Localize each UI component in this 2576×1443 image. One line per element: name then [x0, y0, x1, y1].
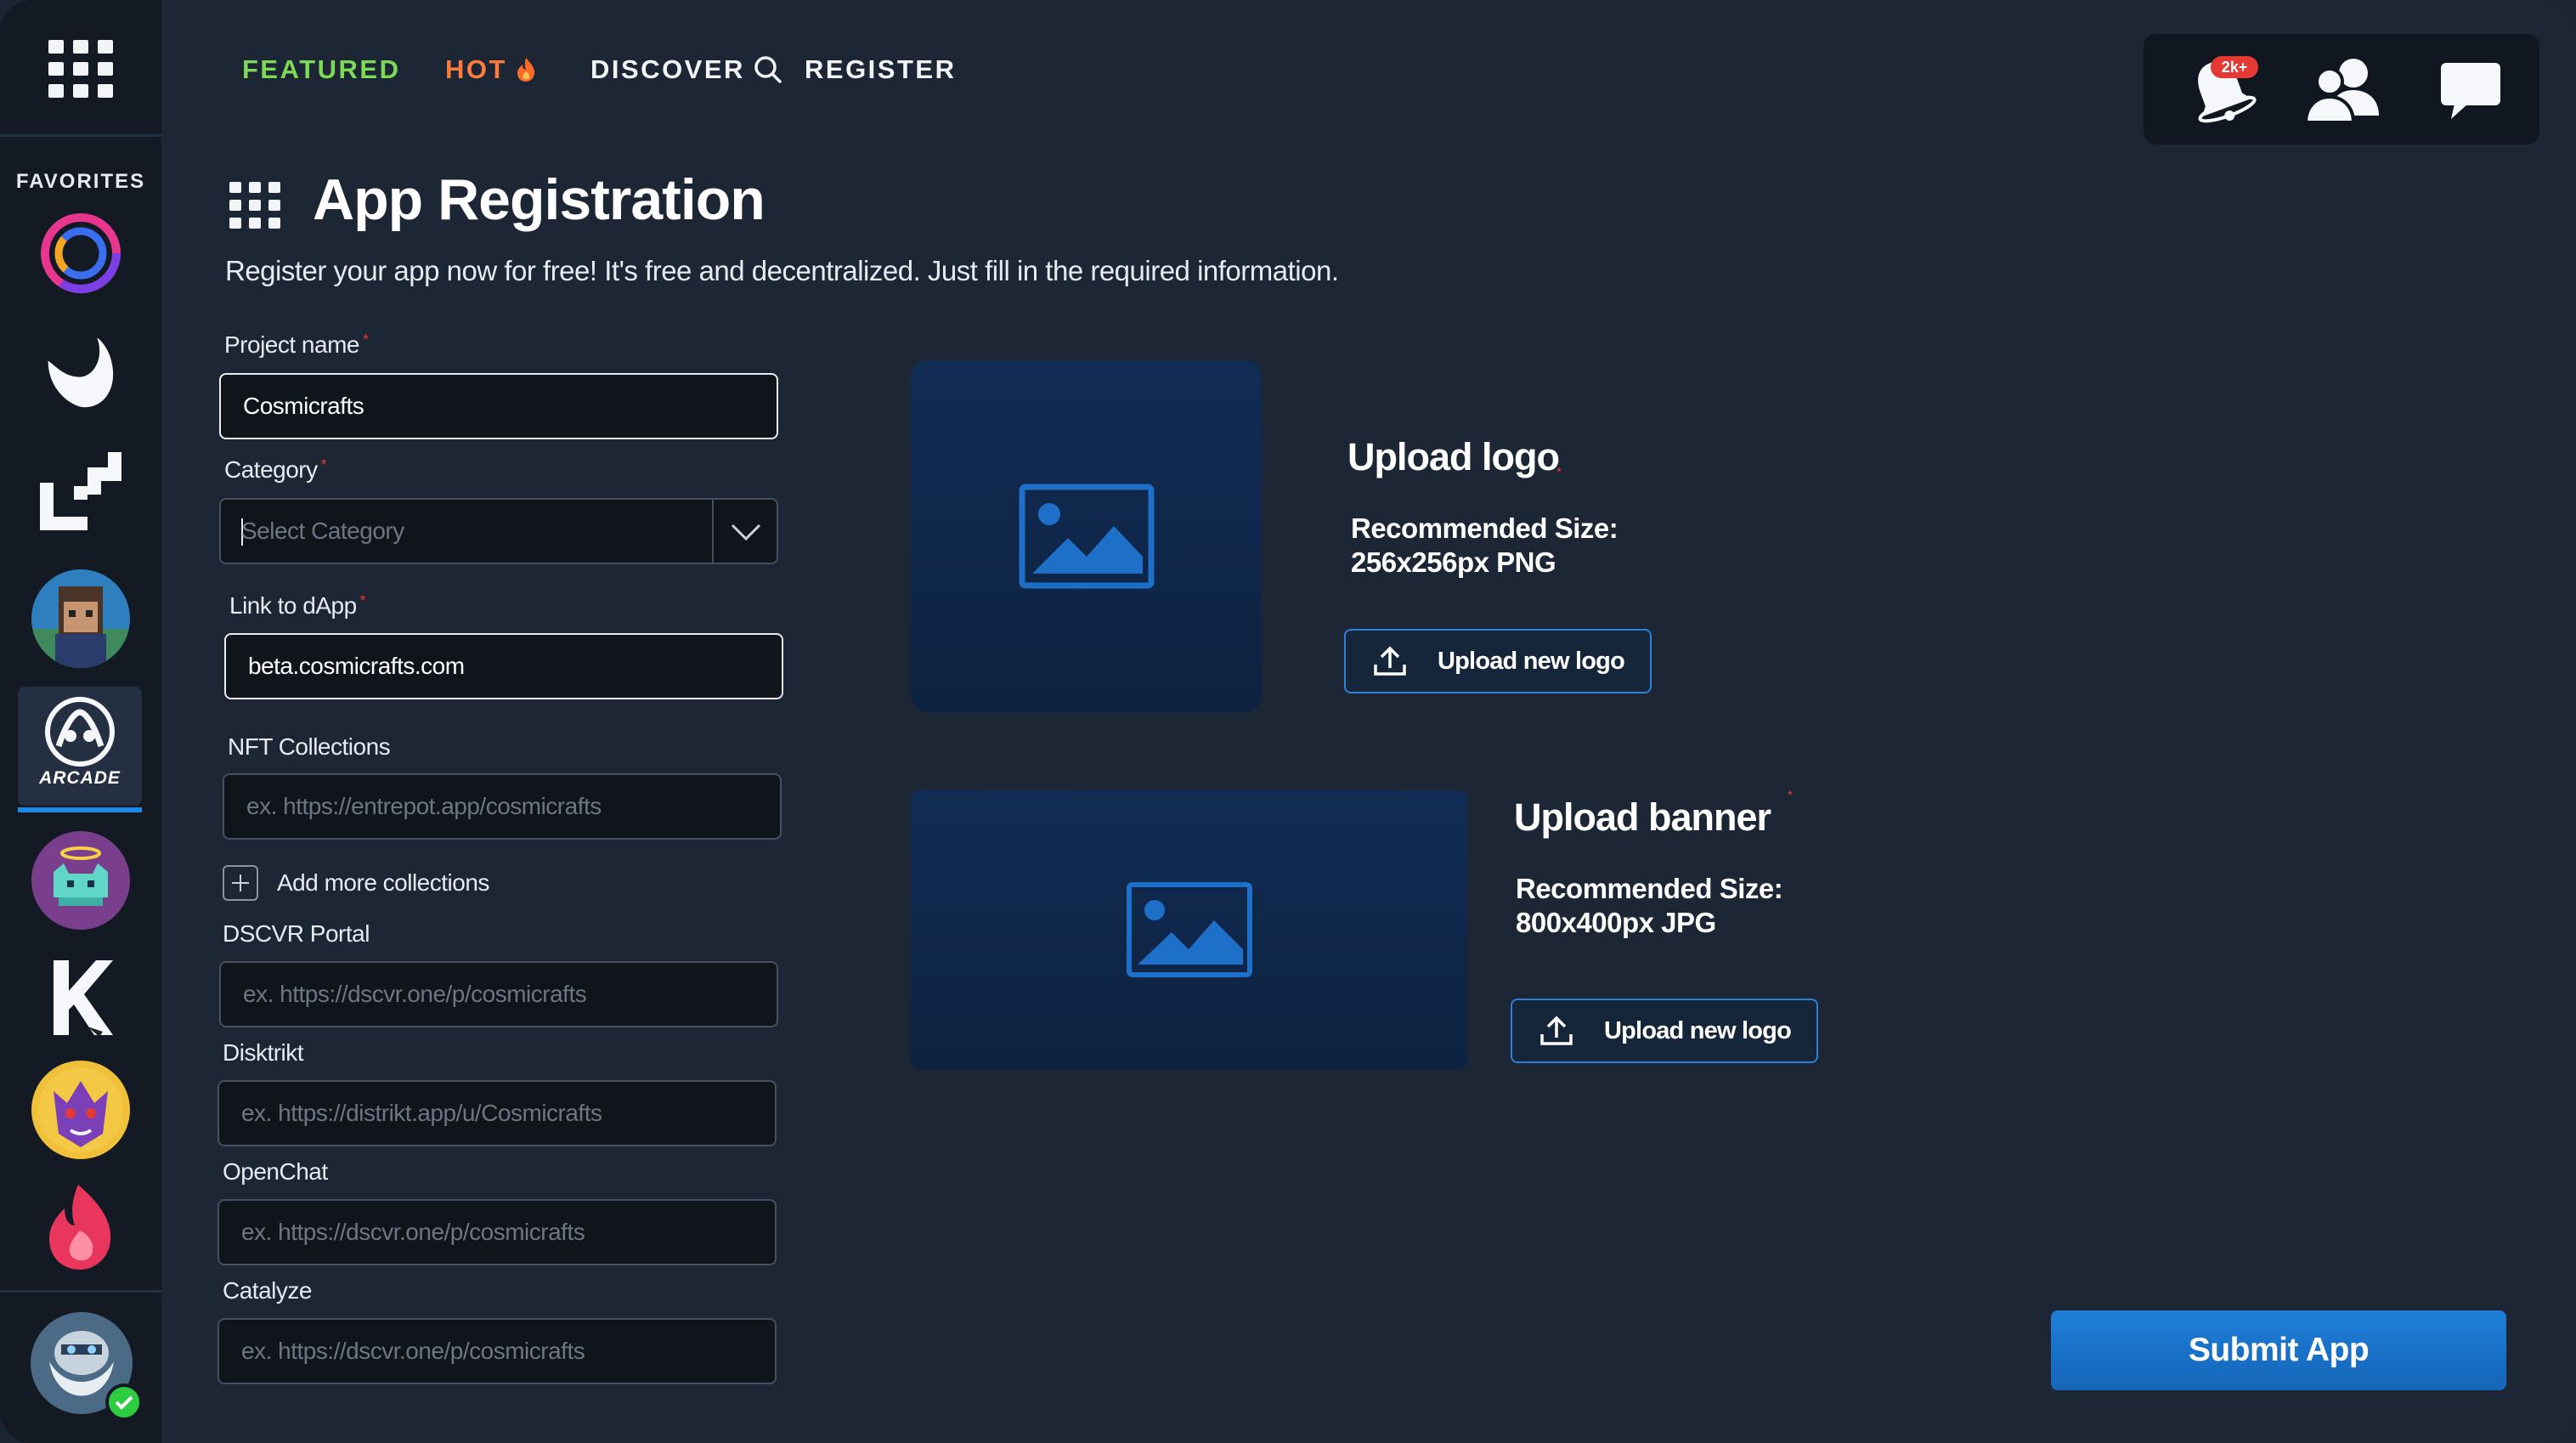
page-title: App Registration [313, 167, 765, 232]
logo-preview[interactable] [911, 360, 1262, 712]
catalyze-input[interactable]: ex. https://dscvr.one/p/cosmicrafts [217, 1318, 777, 1384]
app-grid-icon [229, 182, 280, 229]
sidebar-divider-bottom [0, 1290, 161, 1293]
submit-app-button[interactable]: Submit App [2051, 1310, 2506, 1390]
nav-discover[interactable]: DISCOVER [590, 54, 782, 85]
dscvr-input[interactable]: ex. https://dscvr.one/p/cosmicrafts [219, 961, 778, 1027]
app-frame: FAVORITES ARCADE FEATURED HOT DISCOVER R… [0, 0, 2576, 1443]
square-bracket-logo-icon[interactable] [31, 442, 130, 540]
banner-preview[interactable] [911, 790, 1467, 1069]
upload-icon [1373, 646, 1407, 676]
verified-check-icon [105, 1384, 143, 1421]
openchat-input[interactable]: ex. https://dscvr.one/p/cosmicrafts [217, 1199, 777, 1265]
upload-banner-title: Upload banner [1514, 795, 1771, 839]
upload-icon [1539, 1016, 1573, 1046]
nav-register[interactable]: REGISTER [805, 54, 956, 85]
project-name-label: Project name * [224, 331, 369, 358]
k-logo-icon[interactable] [31, 948, 130, 1047]
top-actions-panel [2144, 34, 2539, 144]
dragon-avatar-icon[interactable] [31, 1061, 130, 1159]
category-select[interactable]: Select Category [219, 498, 778, 564]
nft-input[interactable]: ex. https://entrepot.app/cosmicrafts [223, 773, 782, 840]
circle-logo-icon[interactable] [31, 204, 130, 303]
pixel-avatar-icon[interactable] [31, 569, 130, 668]
openchat-label: OpenChat [223, 1158, 328, 1185]
notification-badge: 2k+ [2211, 56, 2258, 78]
category-label: Category * [224, 456, 327, 483]
arcade-logo-icon [45, 697, 115, 767]
page-subtitle: Register your app now for free! It's fre… [225, 255, 1339, 286]
chat-icon[interactable] [2432, 53, 2509, 126]
catalyze-label: Catalyze [223, 1277, 312, 1304]
distrikt-label: Disktrikt [223, 1039, 304, 1066]
search-icon [754, 56, 782, 83]
nav-hot[interactable]: HOT [445, 54, 536, 85]
dscvr-label: DSCVR Portal [223, 920, 370, 947]
upload-logo-title: Upload logo [1347, 435, 1560, 478]
friends-icon[interactable] [2301, 53, 2379, 126]
distrikt-input[interactable]: ex. https://distrikt.app/u/Cosmicrafts [217, 1080, 777, 1146]
upload-logo-recommended: Recommended Size: 256x256px PNG [1351, 512, 1618, 578]
upload-logo-button[interactable]: Upload new logo [1344, 629, 1652, 693]
sidebar-divider [0, 134, 161, 137]
upload-logo-required: * [1556, 466, 1562, 480]
arcade-label: ARCADE [39, 768, 121, 788]
upload-banner-recommended: Recommended Size: 800x400px JPG [1516, 873, 1783, 938]
upload-banner-required: * [1788, 789, 1794, 803]
active-indicator [18, 807, 142, 812]
upload-banner-button[interactable]: Upload new logo [1511, 999, 1818, 1063]
add-more-label: Add more collections [277, 869, 489, 896]
chevron-down-icon [731, 523, 761, 541]
apps-grid-icon[interactable] [48, 40, 113, 99]
favorites-label: FAVORITES [15, 170, 146, 193]
fire-icon [517, 58, 535, 82]
select-separator [712, 500, 714, 563]
project-name-input[interactable]: Cosmicrafts [219, 373, 778, 439]
white-drop-logo-icon[interactable] [31, 321, 130, 420]
cat-avatar-icon[interactable] [31, 831, 130, 930]
link-input[interactable]: beta.cosmicrafts.com [224, 633, 783, 699]
plus-icon [223, 865, 258, 901]
add-more-collections-button[interactable]: Add more collections [223, 865, 489, 901]
arcade-favorite[interactable]: ARCADE [18, 687, 142, 812]
link-label: Link to dApp * [229, 592, 366, 619]
image-placeholder-icon [1126, 882, 1252, 977]
sidebar: FAVORITES ARCADE [0, 0, 161, 1443]
category-placeholder: Select Category [241, 518, 404, 544]
flame-logo-icon[interactable] [31, 1178, 130, 1276]
nav-featured[interactable]: FEATURED [242, 54, 400, 85]
nft-label: NFT Collections [228, 733, 391, 760]
user-avatar[interactable] [31, 1312, 143, 1421]
image-placeholder-icon [1019, 484, 1154, 589]
